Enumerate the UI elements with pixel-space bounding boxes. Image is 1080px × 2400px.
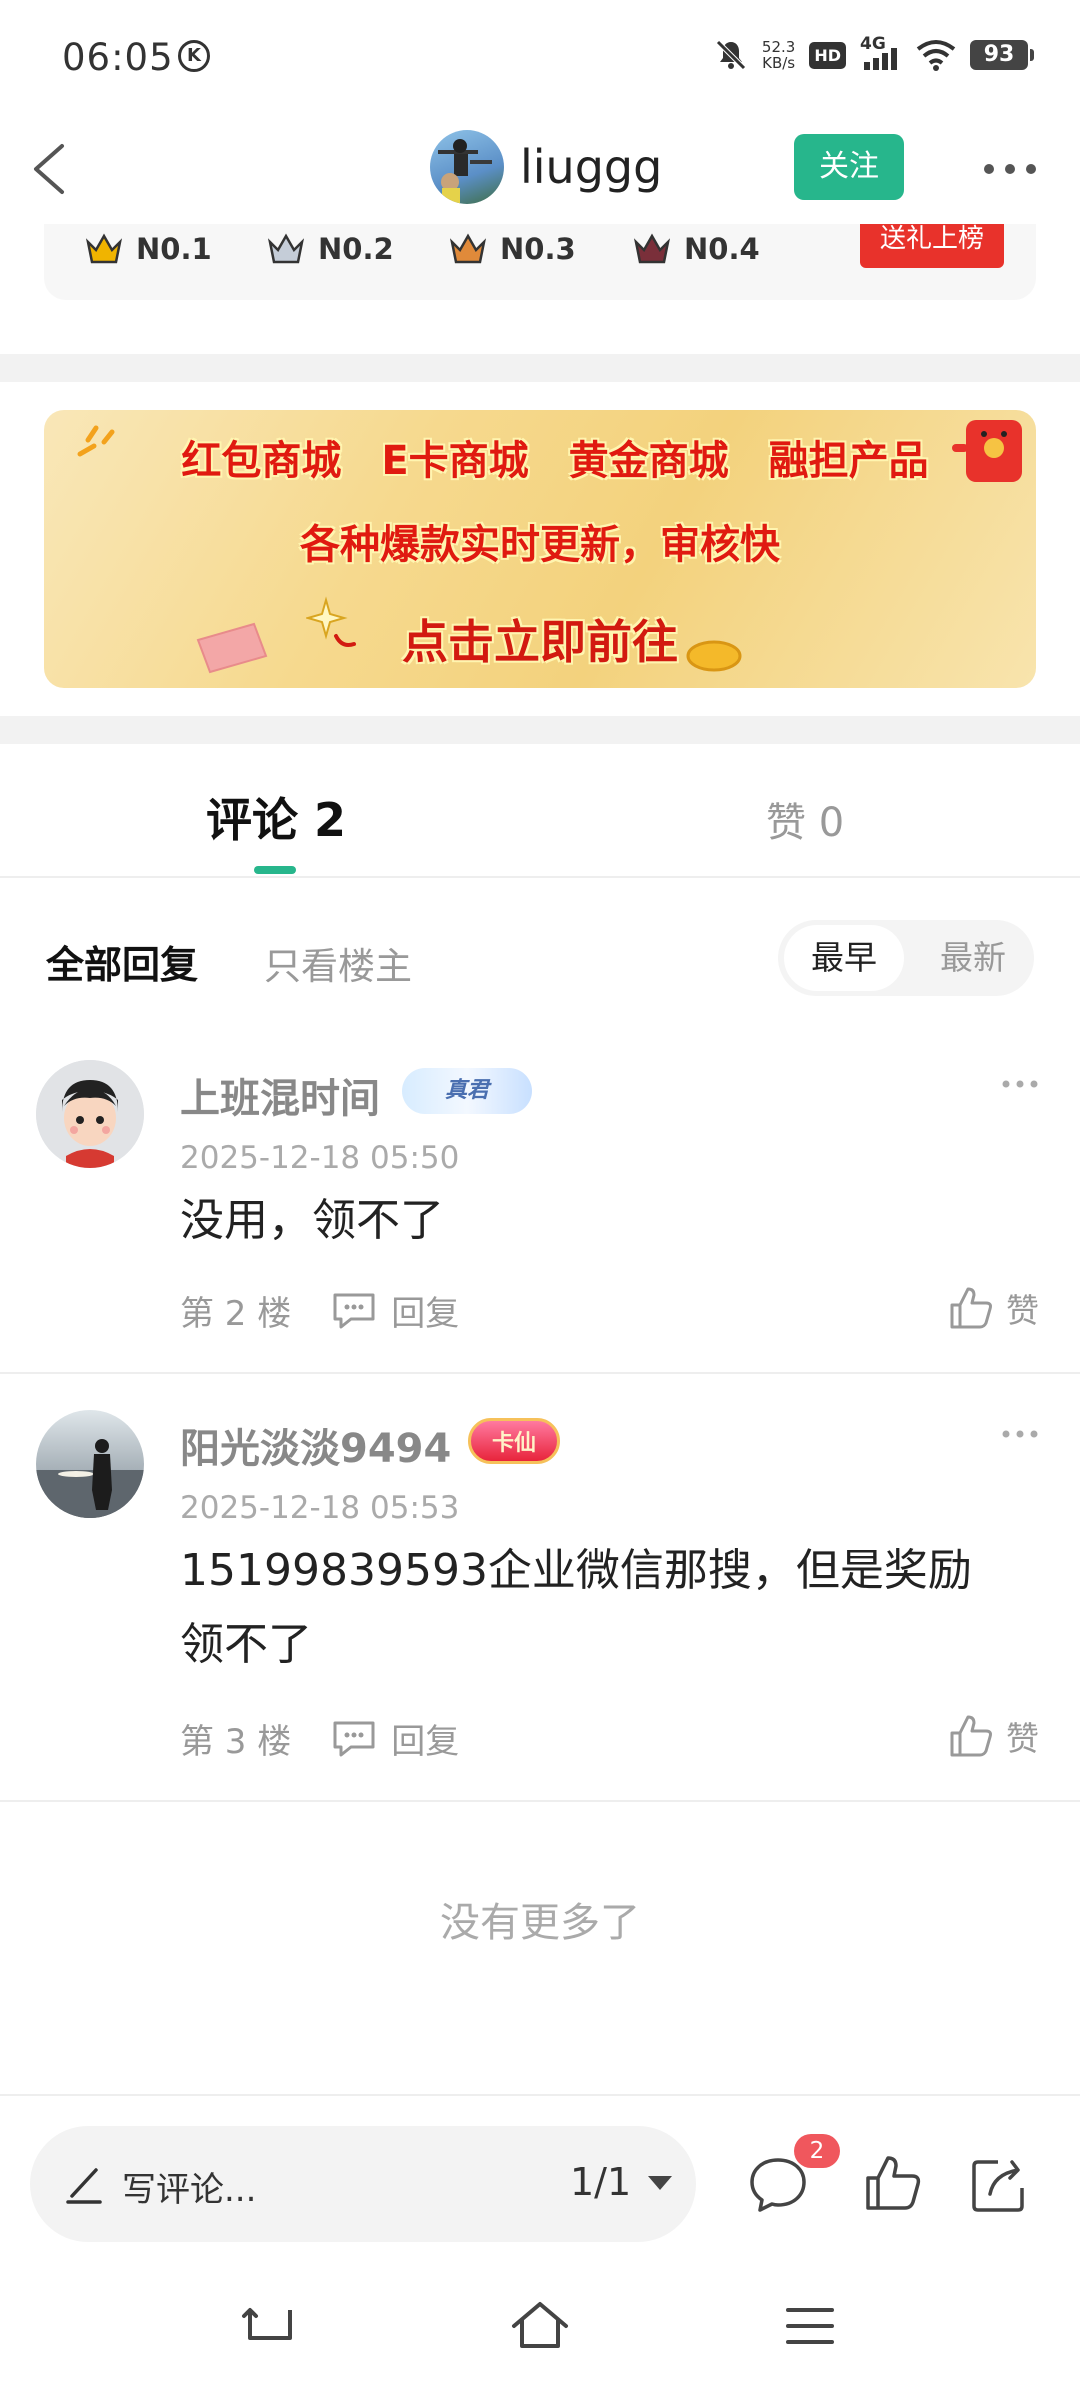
nav-back-icon[interactable] [240, 2296, 300, 2356]
red-envelope-mascot-icon [952, 420, 1022, 482]
battery-icon: 93 [970, 40, 1034, 70]
crown-bronze-icon [449, 233, 487, 264]
signal-4g-icon: 4G [860, 34, 902, 72]
avatar[interactable] [36, 1410, 144, 1518]
status-time: 06:05 [62, 36, 174, 79]
thumbs-up-icon [950, 1715, 992, 1757]
section-divider [0, 354, 1080, 382]
banner-cta[interactable]: 点击立即前往 [44, 606, 1036, 672]
tab-comments[interactable]: 评论 2 [206, 784, 346, 850]
user-level-badge: 卡仙 [468, 1418, 560, 1464]
hd-badge: HD [809, 41, 846, 69]
floor-label: 第 3 楼 [180, 1722, 292, 1762]
rank-item[interactable]: N0.2 [266, 232, 394, 266]
comment-count-badge: 2 [794, 2134, 840, 2168]
gift-rank-strip: N0.1 N0.2 N0.3 N0.4 送礼上榜 [44, 224, 1036, 300]
comment-tabs: 评论 2 赞 0 [0, 744, 1080, 878]
tab-indicator [254, 866, 296, 874]
no-more-text: 没有更多了 [440, 1900, 640, 1946]
comment-text: 15199839593企业微信那搜，但是奖励 领不了 [180, 1545, 972, 1670]
pen-icon [66, 2168, 102, 2204]
system-nav-bar [0, 2260, 1080, 2400]
follow-button[interactable]: 关注 [794, 134, 904, 200]
promo-banner[interactable]: 红包商城 E卡商城 黄金商城 融担产品 各种爆款实时更新，审核快 点击立即前往 [44, 410, 1036, 688]
comment-more-icon[interactable] [1000, 1074, 1040, 1094]
comment-item: 阳光淡淡9494 卡仙 2025-12-18 05:53 15199839593… [0, 1410, 1080, 1790]
status-icons: 52.3 KB/s HD 4G 93 [714, 34, 1034, 72]
rank-item[interactable]: N0.3 [448, 232, 576, 266]
thumbs-up-icon[interactable] [862, 2152, 926, 2216]
comment-input[interactable]: 写评论... 1/1 [30, 2126, 696, 2242]
sort-latest[interactable]: 最新 [918, 925, 1028, 991]
like-button[interactable]: 赞 [948, 1712, 1039, 1760]
banner-categories: 红包商城 E卡商城 黄金商城 融担产品 [181, 438, 929, 484]
tab-likes[interactable]: 赞 0 [766, 790, 844, 848]
gold-coin-icon [686, 640, 742, 672]
avatar[interactable] [36, 1060, 144, 1168]
comment-author[interactable]: 上班混时间 [180, 1066, 380, 1124]
filter-op-only[interactable]: 只看楼主 [264, 936, 412, 990]
comment-placeholder: 写评论... [122, 2170, 257, 2210]
bottom-action-bar: 写评论... 1/1 2 [0, 2094, 1080, 2242]
status-bar: 06:05 K 52.3 KB/s HD 4G 93 [0, 0, 1080, 118]
rank-item[interactable]: N0.4 [632, 232, 760, 266]
crown-gold-icon [85, 233, 123, 264]
reply-icon [333, 1293, 375, 1328]
mute-bell-icon [716, 40, 746, 70]
share-icon[interactable] [968, 2152, 1032, 2216]
reply-filter-row: 全部回复 只看楼主 最早 最新 [0, 920, 1080, 1000]
reply-icon [333, 1721, 375, 1756]
author-name[interactable]: liuggg [520, 140, 662, 194]
k-icon: K [178, 40, 210, 72]
comment-time: 2025-12-18 05:53 [180, 1490, 460, 1526]
post-header: liuggg 关注 [0, 118, 1080, 224]
wifi-icon [916, 40, 956, 71]
rank-item[interactable]: N0.1 [84, 232, 212, 266]
crown-silver-icon [267, 233, 305, 264]
gift-rank-button[interactable]: 送礼上榜 [860, 224, 1004, 268]
comment-author[interactable]: 阳光淡淡9494 [180, 1416, 451, 1474]
reply-button[interactable]: 回复 [331, 1286, 459, 1335]
filter-all-replies[interactable]: 全部回复 [46, 934, 198, 989]
comment-footer: 第 2 楼 回复 [180, 1286, 459, 1335]
comment-divider [0, 1372, 1080, 1374]
crown-dark-icon [633, 233, 671, 264]
page-indicator[interactable]: 1/1 [570, 2160, 631, 2204]
nav-menu-icon[interactable] [780, 2296, 840, 2356]
back-icon[interactable] [24, 134, 94, 204]
comment-more-icon[interactable] [1000, 1424, 1040, 1444]
nav-home-icon[interactable] [510, 2296, 570, 2356]
like-button[interactable]: 赞 [948, 1284, 1039, 1332]
comment-text: 没用，领不了 [180, 1195, 444, 1246]
comment-item: 上班混时间 真君 2025-12-18 05:50 没用，领不了 第 2 楼 回… [0, 1060, 1080, 1360]
sort-toggle: 最早 最新 [778, 920, 1034, 996]
floor-label: 第 2 楼 [180, 1294, 292, 1334]
comment-footer: 第 3 楼 回复 [180, 1714, 459, 1763]
banner-subtitle: 各种爆款实时更新，审核快 [300, 522, 780, 568]
user-level-badge: 真君 [402, 1068, 532, 1114]
section-divider [0, 716, 1080, 744]
author-avatar[interactable] [430, 130, 504, 204]
comment-divider [0, 1800, 1080, 1802]
net-speed: 52.3 KB/s [761, 38, 796, 72]
comment-time: 2025-12-18 05:50 [180, 1140, 460, 1176]
more-icon[interactable] [975, 144, 1045, 194]
caret-down-icon[interactable] [648, 2176, 672, 2190]
thumbs-up-icon [950, 1287, 992, 1329]
reply-button[interactable]: 回复 [331, 1714, 459, 1763]
sort-earliest[interactable]: 最早 [784, 925, 904, 991]
